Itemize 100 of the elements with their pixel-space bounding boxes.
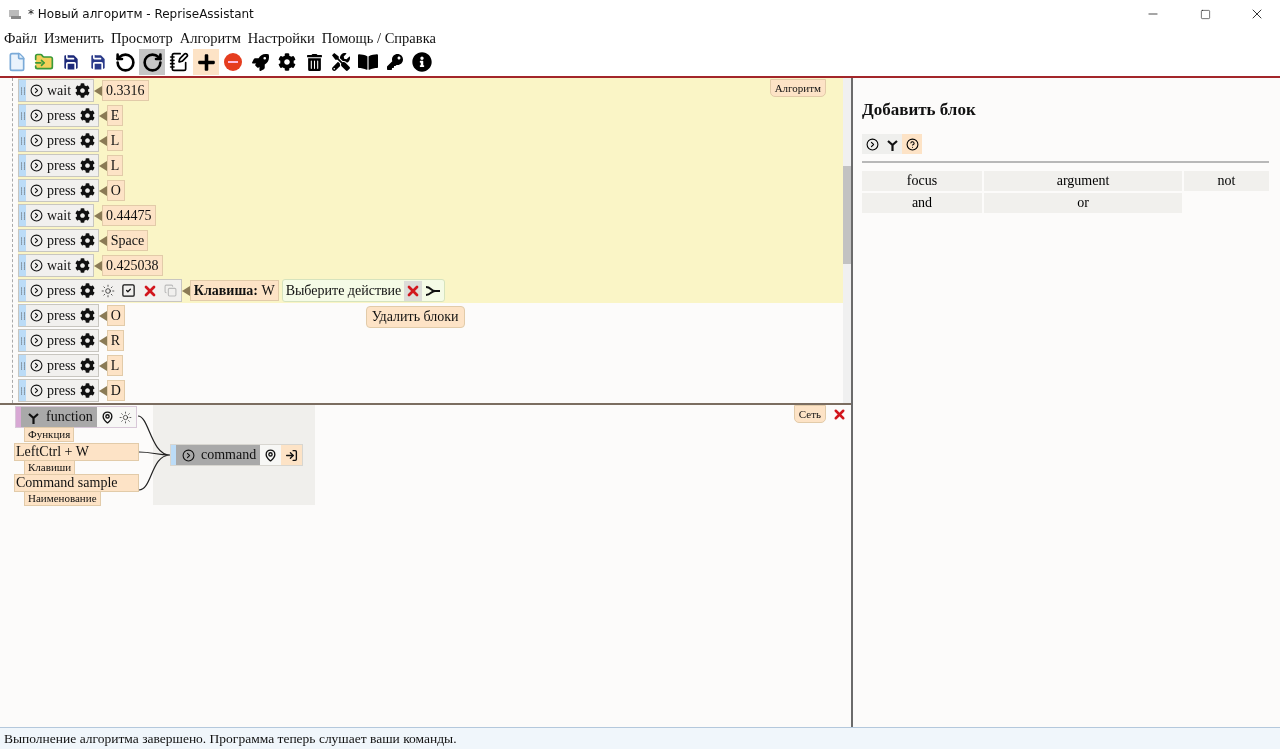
value-tag[interactable]: 0.44475 xyxy=(102,205,156,226)
info-button[interactable] xyxy=(409,49,435,75)
folder-icon xyxy=(34,52,54,72)
command-block[interactable]: wait xyxy=(18,79,95,102)
new-file-icon xyxy=(7,52,27,72)
value-tag[interactable]: R xyxy=(106,330,125,351)
settings-icon[interactable] xyxy=(79,358,95,373)
chevron-circle-icon xyxy=(30,309,43,322)
drag-handle-icon[interactable] xyxy=(20,261,25,270)
value-tag[interactable]: 0.3316 xyxy=(102,80,149,101)
delete-button[interactable] xyxy=(404,280,423,301)
panel-tab[interactable]: Сеть xyxy=(793,405,826,423)
value-tag[interactable]: O xyxy=(106,305,125,326)
settings-icon[interactable] xyxy=(75,258,91,273)
block-item[interactable]: argument xyxy=(984,171,1182,191)
drag-handle-icon[interactable] xyxy=(20,136,25,145)
command-block[interactable]: press xyxy=(18,279,182,302)
command-block[interactable]: press xyxy=(18,304,99,327)
pin-icon[interactable] xyxy=(100,410,114,424)
drag-handle-icon[interactable] xyxy=(20,86,25,95)
app-icon xyxy=(8,8,22,20)
key-icon xyxy=(387,54,403,70)
settings-icon[interactable] xyxy=(79,108,95,123)
function-node[interactable]: function xyxy=(15,406,137,428)
command-block[interactable]: press xyxy=(18,104,99,127)
command-block[interactable]: wait xyxy=(18,254,95,277)
drag-handle-icon[interactable] xyxy=(20,311,25,320)
settings-icon[interactable] xyxy=(75,208,91,223)
action-label: Выберите действие xyxy=(285,282,402,299)
command-label: press xyxy=(46,182,77,199)
command-block[interactable]: press xyxy=(18,179,99,202)
value-tag[interactable]: O xyxy=(106,180,125,201)
command-block[interactable]: press xyxy=(18,129,99,152)
panel-tab[interactable]: Алгоритм xyxy=(769,79,826,97)
tooltip: Удалить блоки xyxy=(365,306,465,328)
drag-handle-icon[interactable] xyxy=(20,161,25,170)
command-label: wait xyxy=(46,257,73,274)
enter-icon[interactable] xyxy=(285,448,299,462)
chevron-circle-icon xyxy=(30,109,43,122)
input-field[interactable]: Command sample xyxy=(14,474,139,492)
menu-item[interactable]: Настройки xyxy=(247,29,315,47)
drag-handle-icon[interactable] xyxy=(20,111,25,120)
branch-tab[interactable] xyxy=(882,134,902,154)
settings-icon[interactable] xyxy=(79,133,95,148)
command-node[interactable]: command xyxy=(170,444,304,466)
sparkle-icon[interactable] xyxy=(118,410,132,424)
value-tag[interactable]: L xyxy=(106,155,124,176)
command-block[interactable]: wait xyxy=(18,204,95,227)
sparkle-icon[interactable] xyxy=(100,283,115,298)
drag-handle-icon[interactable] xyxy=(20,286,25,295)
value-tag[interactable]: L xyxy=(106,355,124,376)
settings-icon[interactable] xyxy=(79,308,95,323)
settings-icon[interactable] xyxy=(75,83,91,98)
menu-item[interactable]: Изменить xyxy=(43,29,104,47)
value-tag[interactable]: E xyxy=(106,105,124,126)
menu-item[interactable]: Помощь / Справка xyxy=(321,29,436,47)
value-tag[interactable]: Клавиша: W xyxy=(189,280,279,301)
block-item[interactable]: focus xyxy=(862,171,982,191)
value-tag[interactable]: L xyxy=(106,130,124,151)
settings-icon[interactable] xyxy=(79,383,95,398)
node-label: function xyxy=(46,409,93,425)
chevron-circle-icon xyxy=(30,159,43,172)
input-field[interactable]: LeftCtrl + W xyxy=(14,443,139,461)
drag-handle-icon[interactable] xyxy=(20,236,25,245)
drag-handle-icon[interactable] xyxy=(20,186,25,195)
block-item[interactable]: or xyxy=(984,193,1182,213)
question-tab[interactable] xyxy=(902,134,922,154)
value-tag[interactable]: 0.425038 xyxy=(102,255,163,276)
menu-item[interactable]: Файл xyxy=(4,29,37,47)
block-item[interactable]: and xyxy=(862,193,982,213)
window-title: * Новый алгоритм - RepriseAssistant xyxy=(28,7,255,21)
block-item[interactable]: not xyxy=(1184,171,1269,191)
command-block[interactable]: press xyxy=(18,379,99,402)
command-block[interactable]: press xyxy=(18,329,99,352)
pin-icon[interactable] xyxy=(264,448,278,462)
chevron-circle-tab[interactable] xyxy=(862,134,882,154)
menu-item[interactable]: Просмотр xyxy=(110,29,173,47)
value-tag[interactable]: D xyxy=(106,380,125,401)
settings-icon[interactable] xyxy=(79,333,95,348)
checkbox-icon[interactable] xyxy=(120,283,136,298)
command-label: press xyxy=(46,282,77,299)
settings-icon[interactable] xyxy=(79,183,95,198)
settings-icon[interactable] xyxy=(79,158,95,173)
redo-button[interactable] xyxy=(139,49,165,75)
drag-handle-icon[interactable] xyxy=(20,336,25,345)
command-block[interactable]: press xyxy=(18,154,99,177)
scrollbar[interactable] xyxy=(843,78,851,403)
info-icon xyxy=(412,52,432,72)
command-label: press xyxy=(46,132,77,149)
command-block[interactable]: press xyxy=(18,229,99,252)
command-block[interactable]: press xyxy=(18,354,99,377)
settings-icon[interactable] xyxy=(79,233,95,248)
plus-button[interactable] xyxy=(193,49,219,75)
value-tag[interactable]: Space xyxy=(106,230,149,251)
menu-item[interactable]: Алгоритм xyxy=(179,29,241,47)
settings-icon[interactable] xyxy=(79,283,95,298)
field-caption: Наименование xyxy=(24,491,101,506)
drag-handle-icon[interactable] xyxy=(20,211,25,220)
drag-handle-icon[interactable] xyxy=(20,361,25,370)
drag-handle-icon[interactable] xyxy=(20,386,25,395)
